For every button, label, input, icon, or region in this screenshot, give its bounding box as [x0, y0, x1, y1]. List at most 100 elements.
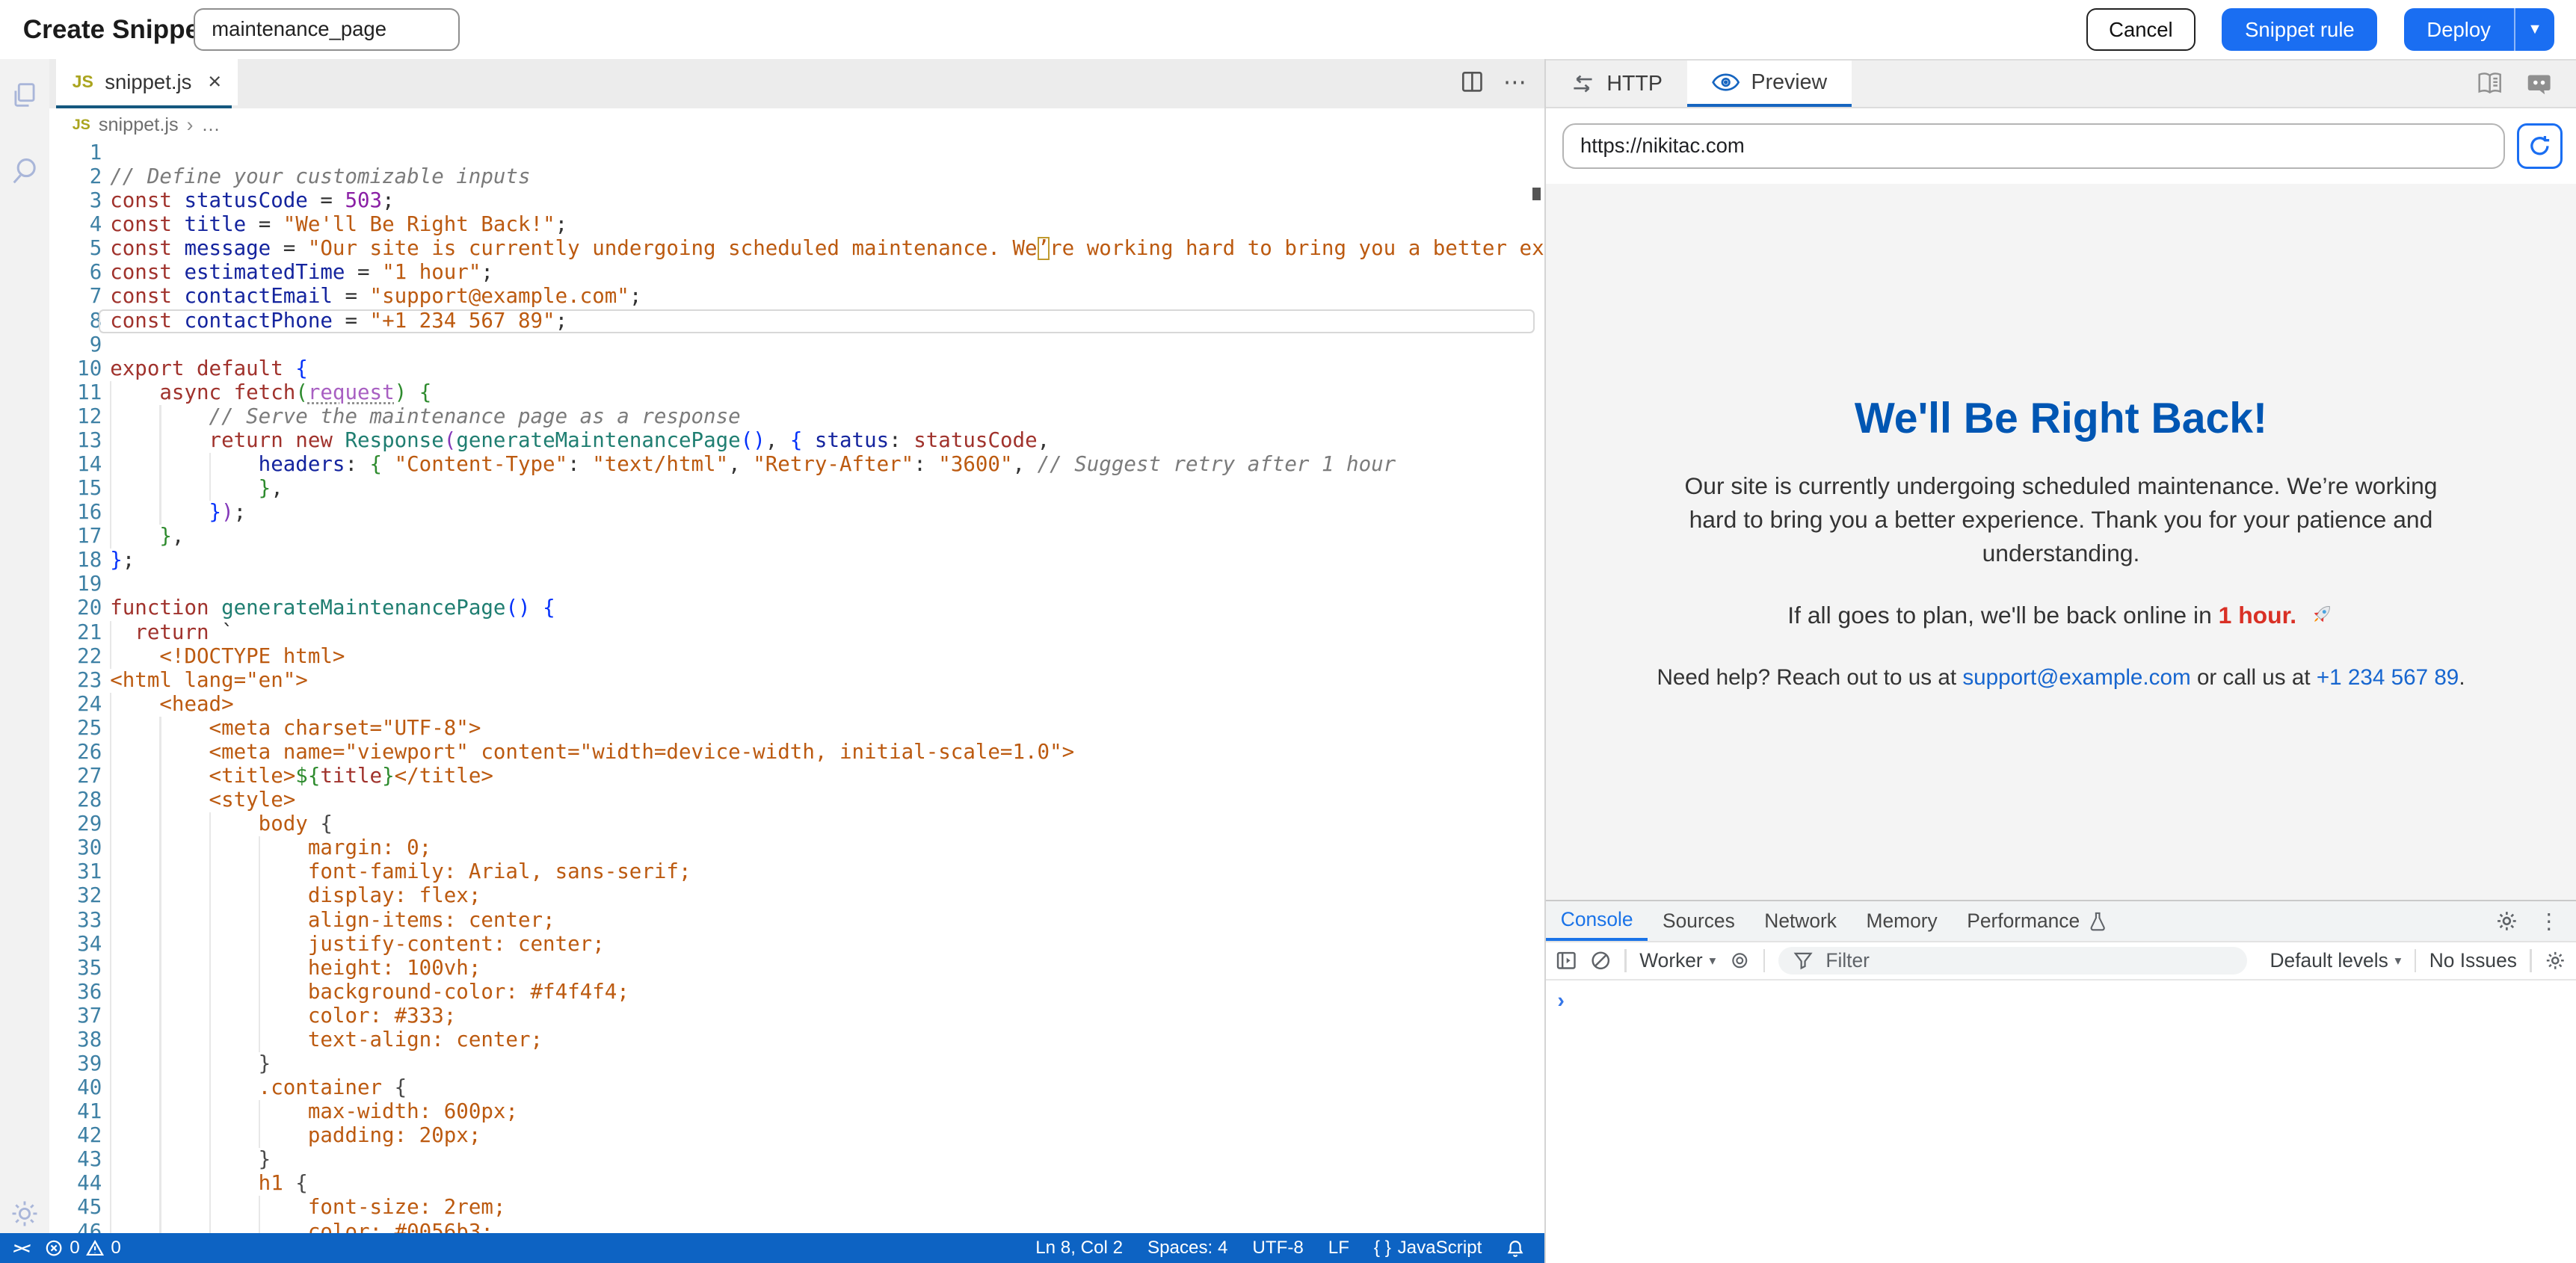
code-line[interactable]: 31 font-family: Arial, sans-serif;	[49, 860, 1544, 884]
pane-divider[interactable]	[1544, 59, 1546, 1263]
code-line[interactable]: 32 display: flex;	[49, 884, 1544, 908]
filter-input[interactable]	[1822, 948, 2232, 974]
code-line[interactable]: 1	[49, 141, 1544, 165]
code-line[interactable]: 35 height: 100vh;	[49, 957, 1544, 981]
docs-book-icon[interactable]	[2476, 70, 2503, 97]
notifications-bell-icon[interactable]	[1506, 1239, 1524, 1257]
files-icon[interactable]	[8, 78, 41, 111]
code-line[interactable]: 16 });	[49, 501, 1544, 525]
code-line[interactable]: 7const contactEmail = "support@example.c…	[49, 285, 1544, 309]
code-line[interactable]: 33 align-items: center;	[49, 909, 1544, 933]
language-mode[interactable]: { } JavaScript	[1374, 1238, 1482, 1259]
console-output[interactable]: ›	[1546, 981, 2576, 1263]
code-line[interactable]: 25 <meta charset="UTF-8">	[49, 717, 1544, 741]
line-number: 34	[49, 933, 102, 957]
code-line[interactable]: 27 <title>${title}</title>	[49, 765, 1544, 788]
code-line[interactable]: 36 background-color: #f4f4f4;	[49, 981, 1544, 1004]
code-line[interactable]: 42 padding: 20px;	[49, 1124, 1544, 1148]
code-line[interactable]: 26 <meta name="viewport" content="width=…	[49, 741, 1544, 765]
tab-sources[interactable]: Sources	[1648, 901, 1749, 941]
snippet-name-input[interactable]	[194, 8, 460, 51]
snippet-rule-button[interactable]: Snippet rule	[2222, 8, 2377, 51]
live-expression-eye-icon[interactable]	[1729, 950, 1751, 972]
clear-console-icon[interactable]	[1590, 950, 1612, 972]
code-line[interactable]: 44 h1 {	[49, 1172, 1544, 1196]
indentation[interactable]: Spaces: 4	[1147, 1238, 1227, 1259]
search-icon[interactable]	[8, 155, 41, 188]
code-line[interactable]: 37 color: #333;	[49, 1004, 1544, 1028]
console-sidebar-icon[interactable]	[1556, 950, 1577, 972]
encoding[interactable]: UTF-8	[1252, 1238, 1303, 1259]
deploy-dropdown-button[interactable]: ▼	[2514, 8, 2555, 51]
code-line[interactable]: 22 <!DOCTYPE html>	[49, 645, 1544, 669]
chevron-down-icon: ▼	[2527, 21, 2542, 38]
tab-http[interactable]: HTTP	[1546, 61, 1687, 107]
settings-gear-icon[interactable]	[8, 1197, 41, 1230]
code-line[interactable]: 2// Define your customizable inputs	[49, 165, 1544, 189]
code-line[interactable]: 17 },	[49, 525, 1544, 549]
console-settings-gear-icon[interactable]	[2545, 950, 2566, 972]
code-line[interactable]: 23<html lang="en">	[49, 669, 1544, 693]
code-editor[interactable]: 12// Define your customizable inputs3con…	[49, 141, 1544, 1233]
tab-network[interactable]: Network	[1750, 901, 1852, 941]
breadcrumb[interactable]: JS snippet.js › …	[49, 108, 1544, 141]
console-filter[interactable]	[1778, 947, 2247, 975]
email-link[interactable]: support@example.com	[1962, 665, 2190, 690]
code-line[interactable]: 39 }	[49, 1052, 1544, 1076]
code-line[interactable]: 43 }	[49, 1148, 1544, 1172]
code-line[interactable]: 8const contactPhone = "+1 234 567 89";	[49, 309, 1544, 333]
tab-preview[interactable]: Preview	[1687, 61, 1852, 107]
issues-counter[interactable]: No Issues	[2429, 949, 2517, 972]
code-line[interactable]: 3const statusCode = 503;	[49, 189, 1544, 213]
code-line[interactable]: 18};	[49, 549, 1544, 572]
code-line[interactable]: 13 return new Response(generateMaintenan…	[49, 429, 1544, 453]
maintenance-message: Our site is currently undergoing schedul…	[1667, 469, 2456, 570]
code-line[interactable]: 15 },	[49, 477, 1544, 501]
split-editor-icon[interactable]	[1461, 70, 1484, 93]
log-levels-dropdown[interactable]: Default levels ▾	[2270, 949, 2402, 972]
tab-memory[interactable]: Memory	[1852, 901, 1953, 941]
code-line[interactable]: 21 return `	[49, 621, 1544, 645]
devtools-settings-gear-icon[interactable]	[2495, 910, 2518, 933]
context-selector[interactable]: Worker ▾	[1639, 949, 1716, 972]
code-line[interactable]: 29 body {	[49, 812, 1544, 836]
discord-icon[interactable]	[2525, 70, 2553, 97]
cursor-position[interactable]: Ln 8, Col 2	[1035, 1238, 1123, 1259]
eol-sequence[interactable]: LF	[1328, 1238, 1349, 1259]
deploy-button[interactable]: Deploy	[2404, 8, 2514, 51]
cancel-button[interactable]: Cancel	[2086, 8, 2196, 51]
code-line[interactable]: 40 .container {	[49, 1076, 1544, 1100]
code-line[interactable]: 34 justify-content: center;	[49, 933, 1544, 957]
line-content: <html lang="en">	[110, 669, 1544, 693]
code-line[interactable]: 6const estimatedTime = "1 hour";	[49, 261, 1544, 285]
problems-indicator[interactable]: 0 0	[45, 1238, 121, 1259]
code-line[interactable]: 38 text-align: center;	[49, 1028, 1544, 1052]
line-content: align-items: center;	[110, 909, 1544, 933]
refresh-button[interactable]	[2517, 123, 2563, 170]
code-line[interactable]: 20function generateMaintenancePage() {	[49, 596, 1544, 620]
code-line[interactable]: 19	[49, 572, 1544, 596]
more-actions-icon[interactable]: ⋯	[1503, 69, 1528, 96]
phone-link[interactable]: +1 234 567 89	[2317, 665, 2459, 690]
preview-url-input[interactable]	[1562, 123, 2505, 169]
code-line[interactable]: 5const message = "Our site is currently …	[49, 237, 1544, 261]
remote-indicator-icon[interactable]: ><	[12, 1239, 30, 1257]
tab-snippet-js[interactable]: JS snippet.js ×	[56, 59, 238, 105]
code-line[interactable]: 10export default {	[49, 357, 1544, 381]
code-line[interactable]: 11 async fetch(request) {	[49, 381, 1544, 405]
code-line[interactable]: 41 max-width: 600px;	[49, 1100, 1544, 1124]
code-line[interactable]: 28 <style>	[49, 788, 1544, 812]
code-line[interactable]: 30 margin: 0;	[49, 836, 1544, 860]
code-line[interactable]: 9	[49, 333, 1544, 357]
code-line[interactable]: 12 // Serve the maintenance page as a re…	[49, 405, 1544, 429]
close-icon[interactable]: ×	[208, 70, 221, 93]
line-content: justify-content: center;	[110, 933, 1544, 957]
code-line[interactable]: 4const title = "We'll Be Right Back!";	[49, 213, 1544, 237]
tab-performance[interactable]: Performance	[1952, 901, 2122, 941]
kebab-menu-icon[interactable]: ⋮	[2538, 911, 2560, 933]
tab-console[interactable]: Console	[1546, 901, 1648, 941]
code-line[interactable]: 24 <head>	[49, 693, 1544, 717]
code-line[interactable]: 45 font-size: 2rem;	[49, 1196, 1544, 1220]
code-line[interactable]: 14 headers: { "Content-Type": "text/html…	[49, 453, 1544, 477]
code-line[interactable]: 46 color: #0056b3;	[49, 1220, 1544, 1234]
